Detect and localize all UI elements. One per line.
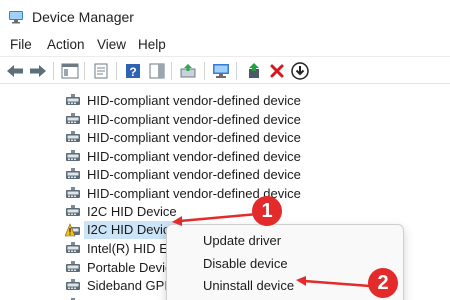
- toolbar-separator: [204, 62, 205, 80]
- action-pane-icon[interactable]: [147, 61, 167, 81]
- device-label: HID-compliant vendor-defined device: [87, 111, 301, 127]
- device-row[interactable]: HID-compliant vendor-defined device: [0, 128, 450, 146]
- show-hide-console-tree-icon[interactable]: [60, 61, 80, 81]
- annotation-arrow-2: [296, 276, 371, 288]
- menu-action[interactable]: Action: [47, 37, 85, 52]
- download-icon[interactable]: [290, 61, 310, 81]
- hid-device-icon: [65, 240, 81, 256]
- hid-device-icon: [65, 166, 81, 182]
- device-label: Sideband GPIO: [87, 278, 179, 293]
- forward-arrow-icon[interactable]: [28, 61, 48, 81]
- menu-update-driver[interactable]: Update driver: [203, 233, 281, 248]
- device-label: I2C HID Device: [87, 204, 177, 219]
- step-1-badge: 1: [252, 196, 282, 226]
- annotation-arrow-1: [172, 212, 259, 226]
- menu-file[interactable]: File: [10, 37, 32, 52]
- hid-device-icon: [65, 92, 81, 108]
- uninstall-x-icon[interactable]: [267, 61, 287, 81]
- toolbar-separator: [116, 62, 117, 80]
- hid-device-icon: [65, 111, 81, 127]
- help-icon[interactable]: ?: [123, 61, 143, 81]
- toolbar-separator: [236, 62, 237, 80]
- menu-help[interactable]: Help: [138, 37, 166, 52]
- hid-device-icon: [65, 185, 81, 201]
- device-row[interactable]: HID-compliant vendor-defined device: [0, 110, 450, 128]
- hid-device-icon: [65, 129, 81, 145]
- device-label: HID-compliant vendor-defined device: [87, 148, 301, 164]
- toolbar-separator: [171, 62, 172, 80]
- toolbar: ?: [0, 56, 450, 84]
- properties-icon[interactable]: [91, 61, 111, 81]
- toolbar-separator: [53, 62, 54, 80]
- device-label: HID-compliant vendor-defined device: [87, 167, 301, 182]
- device-label: HID-compliant vendor-defined device: [87, 130, 301, 145]
- scan-hardware-icon[interactable]: [211, 61, 231, 81]
- device-row[interactable]: HID-compliant vendor-defined device: [0, 184, 450, 202]
- hid-device-icon: [65, 259, 81, 275]
- window-title: Device Manager: [32, 9, 134, 25]
- menu-view[interactable]: View: [97, 37, 126, 52]
- device-row[interactable]: HID-compliant vendor-defined device: [0, 91, 450, 109]
- device-label: USB Input Dev: [87, 297, 173, 300]
- title-bar: Device Manager: [0, 0, 450, 34]
- device-manager-window: Device Manager File Action View Help ? H…: [0, 0, 450, 300]
- device-label: HID-compliant vendor-defined device: [87, 93, 301, 108]
- hid-device-icon: [65, 148, 81, 164]
- update-driver-icon[interactable]: [178, 61, 198, 81]
- menu-bar: File Action View Help: [0, 34, 450, 56]
- svg-text:?: ?: [129, 65, 136, 79]
- device-row[interactable]: HID-compliant vendor-defined device: [0, 165, 450, 183]
- menu-disable-device[interactable]: Disable device: [203, 256, 288, 271]
- step-2-badge: 2: [368, 268, 398, 298]
- hid-device-icon: [65, 277, 81, 293]
- device-manager-app-icon: [9, 11, 23, 24]
- device-row[interactable]: HID-compliant vendor-defined device: [0, 147, 450, 165]
- enable-device-icon[interactable]: [245, 61, 265, 81]
- menu-uninstall-device[interactable]: Uninstall device: [203, 278, 294, 293]
- hid-device-icon: [65, 296, 81, 300]
- device-label: Portable Device: [87, 259, 179, 275]
- warning-device-icon: [64, 222, 81, 238]
- back-arrow-icon[interactable]: [5, 61, 25, 81]
- hid-device-icon: [65, 203, 81, 219]
- toolbar-separator: [84, 62, 85, 80]
